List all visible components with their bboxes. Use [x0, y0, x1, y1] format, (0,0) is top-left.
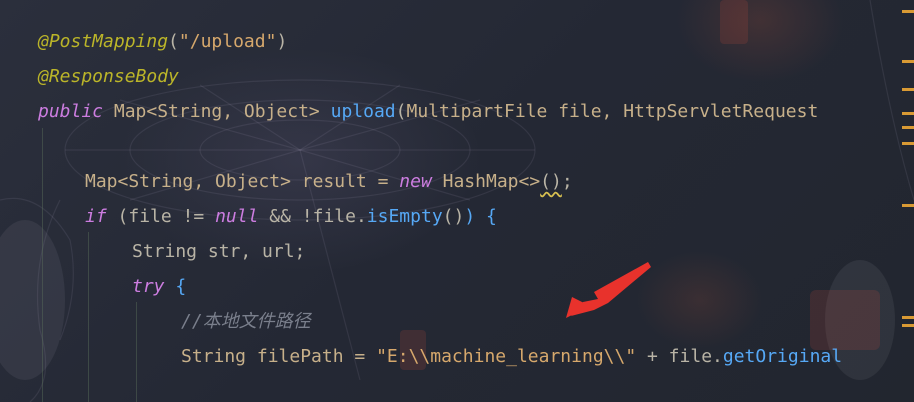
- error-stripe[interactable]: [900, 0, 914, 402]
- code-line-10: String filePath = "E:\\machine_learning\…: [181, 346, 843, 367]
- get-original-method: getOriginal: [722, 346, 843, 367]
- stripe-marker[interactable]: [902, 204, 914, 207]
- stripe-marker[interactable]: [902, 324, 914, 327]
- code-area[interactable]: @PostMapping("/upload") @ResponseBody pu…: [0, 0, 914, 402]
- stripe-marker[interactable]: [902, 316, 914, 319]
- code-line-1: @PostMapping("/upload"): [38, 31, 288, 52]
- stripe-marker[interactable]: [902, 60, 914, 63]
- response-body-annotation: @ResponseBody: [38, 66, 179, 87]
- stripe-marker[interactable]: [902, 88, 914, 91]
- code-line-3: public Map<String, Object> upload(Multip…: [38, 101, 819, 122]
- code-line-5: Map<String, Object> result = new HashMap…: [85, 171, 573, 192]
- path-comment: //本地文件路径: [181, 311, 311, 332]
- code-line-2: @ResponseBody: [38, 59, 179, 94]
- null-keyword: null: [215, 206, 259, 227]
- code-line-7: String str, url;: [132, 241, 306, 262]
- upload-method-name: upload: [330, 101, 396, 122]
- code-line-6: if (file != null && !file.isEmpty()) {: [85, 206, 497, 227]
- route-string: "/upload": [178, 31, 277, 52]
- is-empty-method: isEmpty: [366, 206, 443, 227]
- method-params: MultipartFile file, HttpServletRequest: [406, 101, 819, 122]
- try-keyword: try: [132, 276, 165, 297]
- stripe-marker[interactable]: [902, 112, 914, 115]
- code-line-9: //本地文件路径: [181, 304, 311, 339]
- public-keyword: public: [38, 101, 104, 122]
- file-path-string: "E:\\machine_learning\\": [376, 346, 637, 367]
- stripe-marker[interactable]: [902, 126, 914, 129]
- code-editor[interactable]: @PostMapping("/upload") @ResponseBody pu…: [0, 0, 914, 402]
- new-keyword: new: [399, 171, 432, 192]
- stripe-marker[interactable]: [902, 142, 914, 145]
- if-keyword: if: [85, 206, 107, 227]
- warning-squiggle[interactable]: (): [540, 171, 562, 192]
- stripe-marker[interactable]: [902, 10, 914, 13]
- post-mapping-annotation: @PostMapping: [38, 31, 169, 52]
- code-line-8: try {: [132, 276, 187, 297]
